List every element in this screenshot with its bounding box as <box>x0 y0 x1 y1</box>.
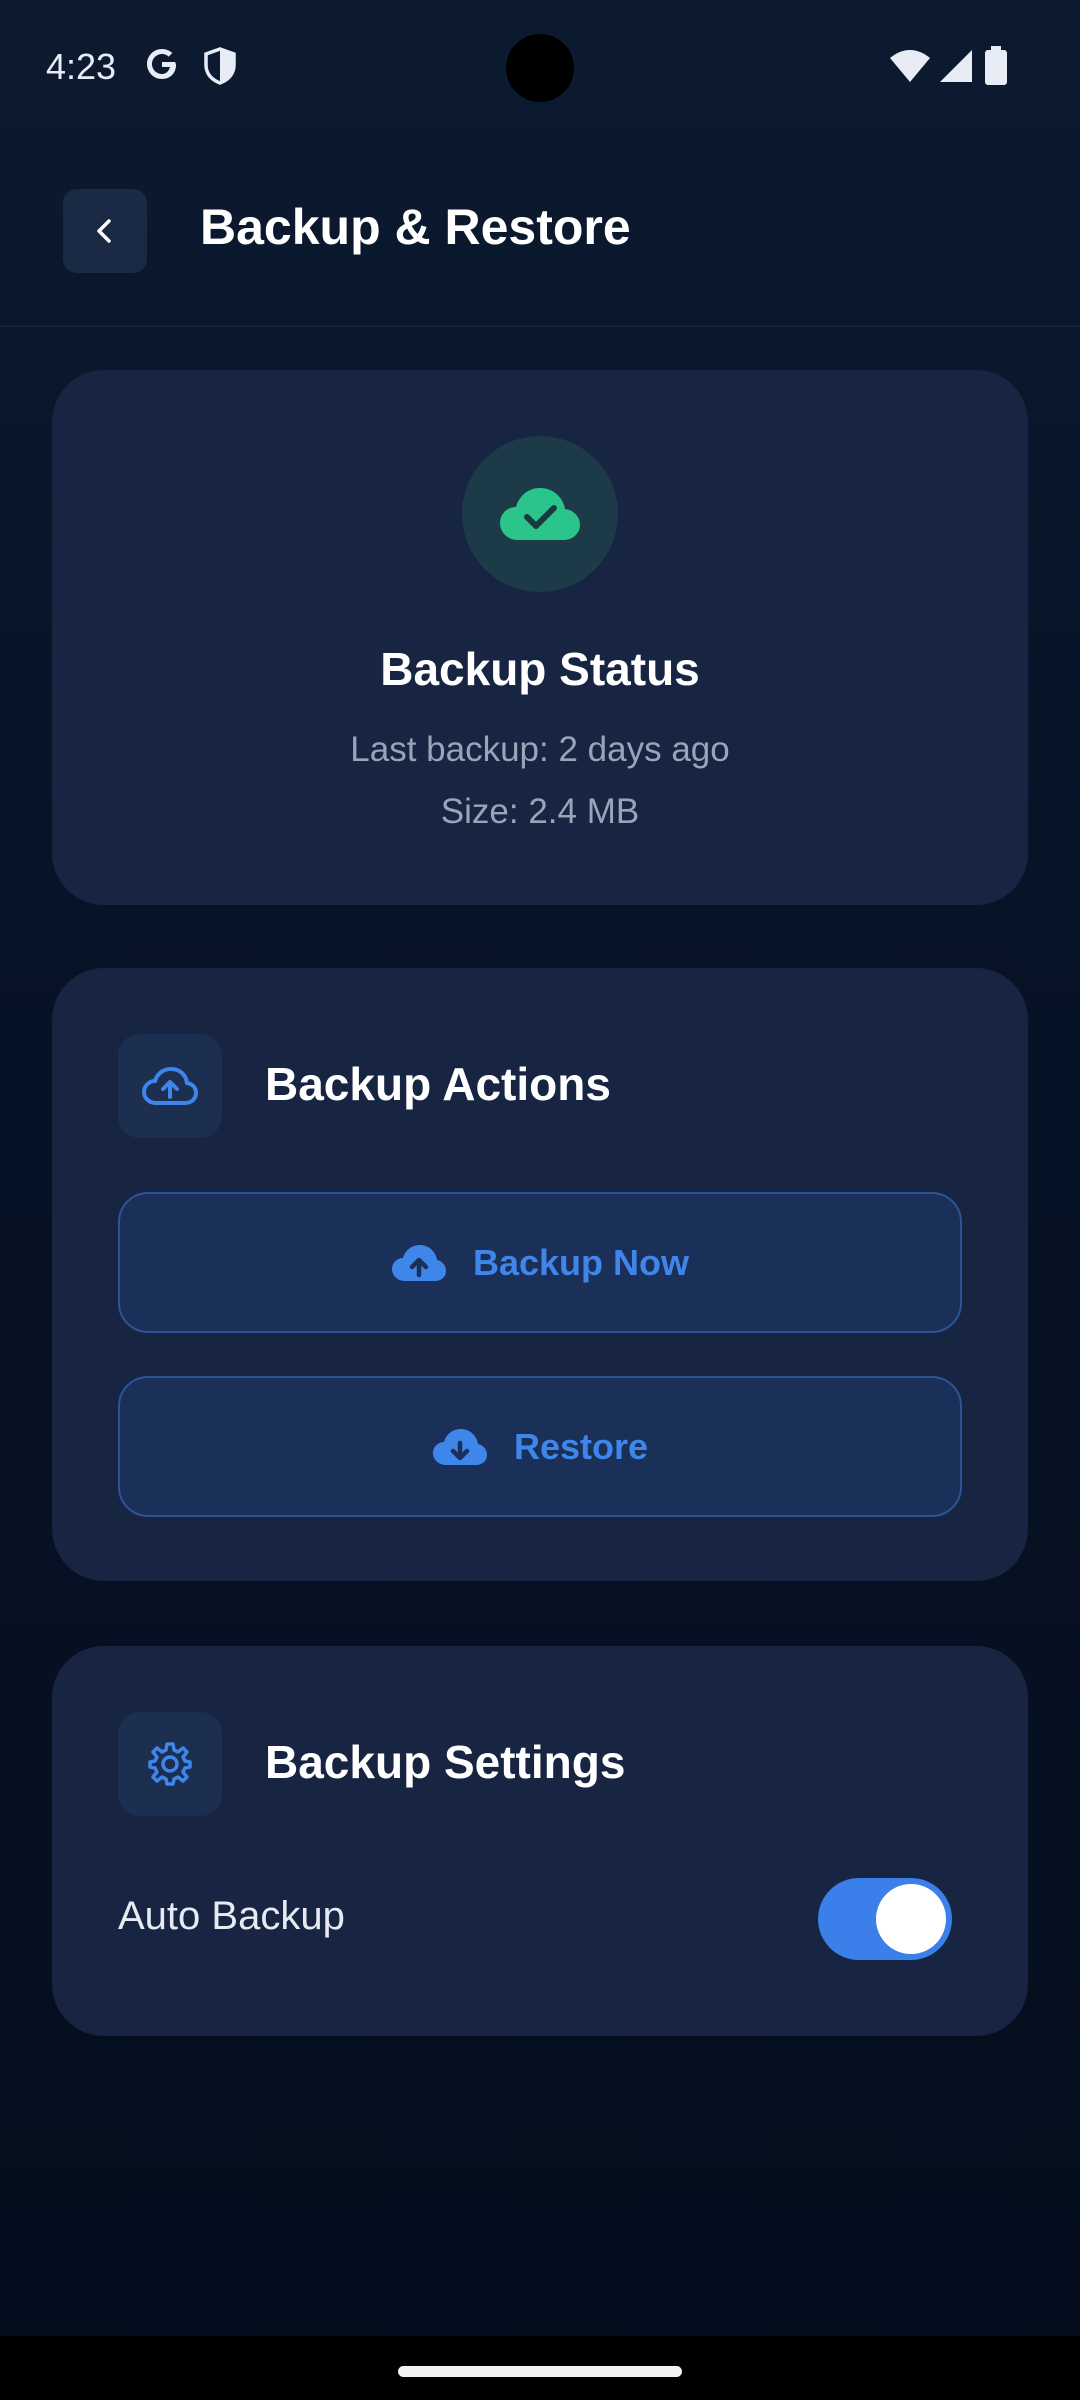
cloud-upload-icon <box>391 1244 446 1281</box>
back-button[interactable] <box>63 189 147 273</box>
home-indicator[interactable] <box>398 2366 682 2377</box>
backup-now-label: Backup Now <box>472 1241 690 1283</box>
battery-icon <box>985 46 1007 85</box>
last-backup-text: Last backup: 2 days ago <box>350 730 730 769</box>
backup-now-button[interactable]: Backup Now <box>118 1192 962 1333</box>
shield-icon <box>204 47 236 85</box>
restore-label: Restore <box>513 1425 649 1467</box>
status-bar: 4:23 <box>0 0 1080 130</box>
status-time: 4:23 <box>46 46 117 87</box>
backup-size-text: Size: 2.4 MB <box>440 792 640 831</box>
status-icon-circle <box>462 436 618 592</box>
backup-settings-card: Backup Settings Auto Backup <box>52 1646 1028 2036</box>
app-header: Backup & Restore <box>0 130 1080 327</box>
page-title: Backup & Restore <box>200 199 631 255</box>
cloud-upload-outline-icon <box>142 1066 198 1105</box>
signal-icon <box>940 50 972 82</box>
camera-cutout <box>506 34 574 102</box>
google-icon <box>147 49 176 79</box>
navigation-bar <box>0 2336 1080 2400</box>
settings-title: Backup Settings <box>265 1736 626 1788</box>
restore-button[interactable]: Restore <box>118 1376 962 1517</box>
auto-backup-label: Auto Backup <box>118 1894 345 1938</box>
settings-icon-box <box>118 1712 222 1816</box>
actions-title: Backup Actions <box>265 1058 611 1110</box>
chevron-left-icon <box>97 219 111 243</box>
cloud-download-icon <box>432 1428 487 1465</box>
cloud-check-icon <box>500 488 580 540</box>
gear-icon <box>148 1742 192 1786</box>
wifi-icon <box>890 50 930 82</box>
backup-status-card: Backup Status Last backup: 2 days ago Si… <box>52 370 1028 905</box>
actions-icon-box <box>118 1034 222 1138</box>
status-title: Backup Status <box>380 643 700 695</box>
backup-actions-card: Backup Actions Backup Now Restore <box>52 968 1028 1581</box>
auto-backup-toggle[interactable] <box>818 1878 952 1960</box>
toggle-knob <box>876 1884 946 1954</box>
